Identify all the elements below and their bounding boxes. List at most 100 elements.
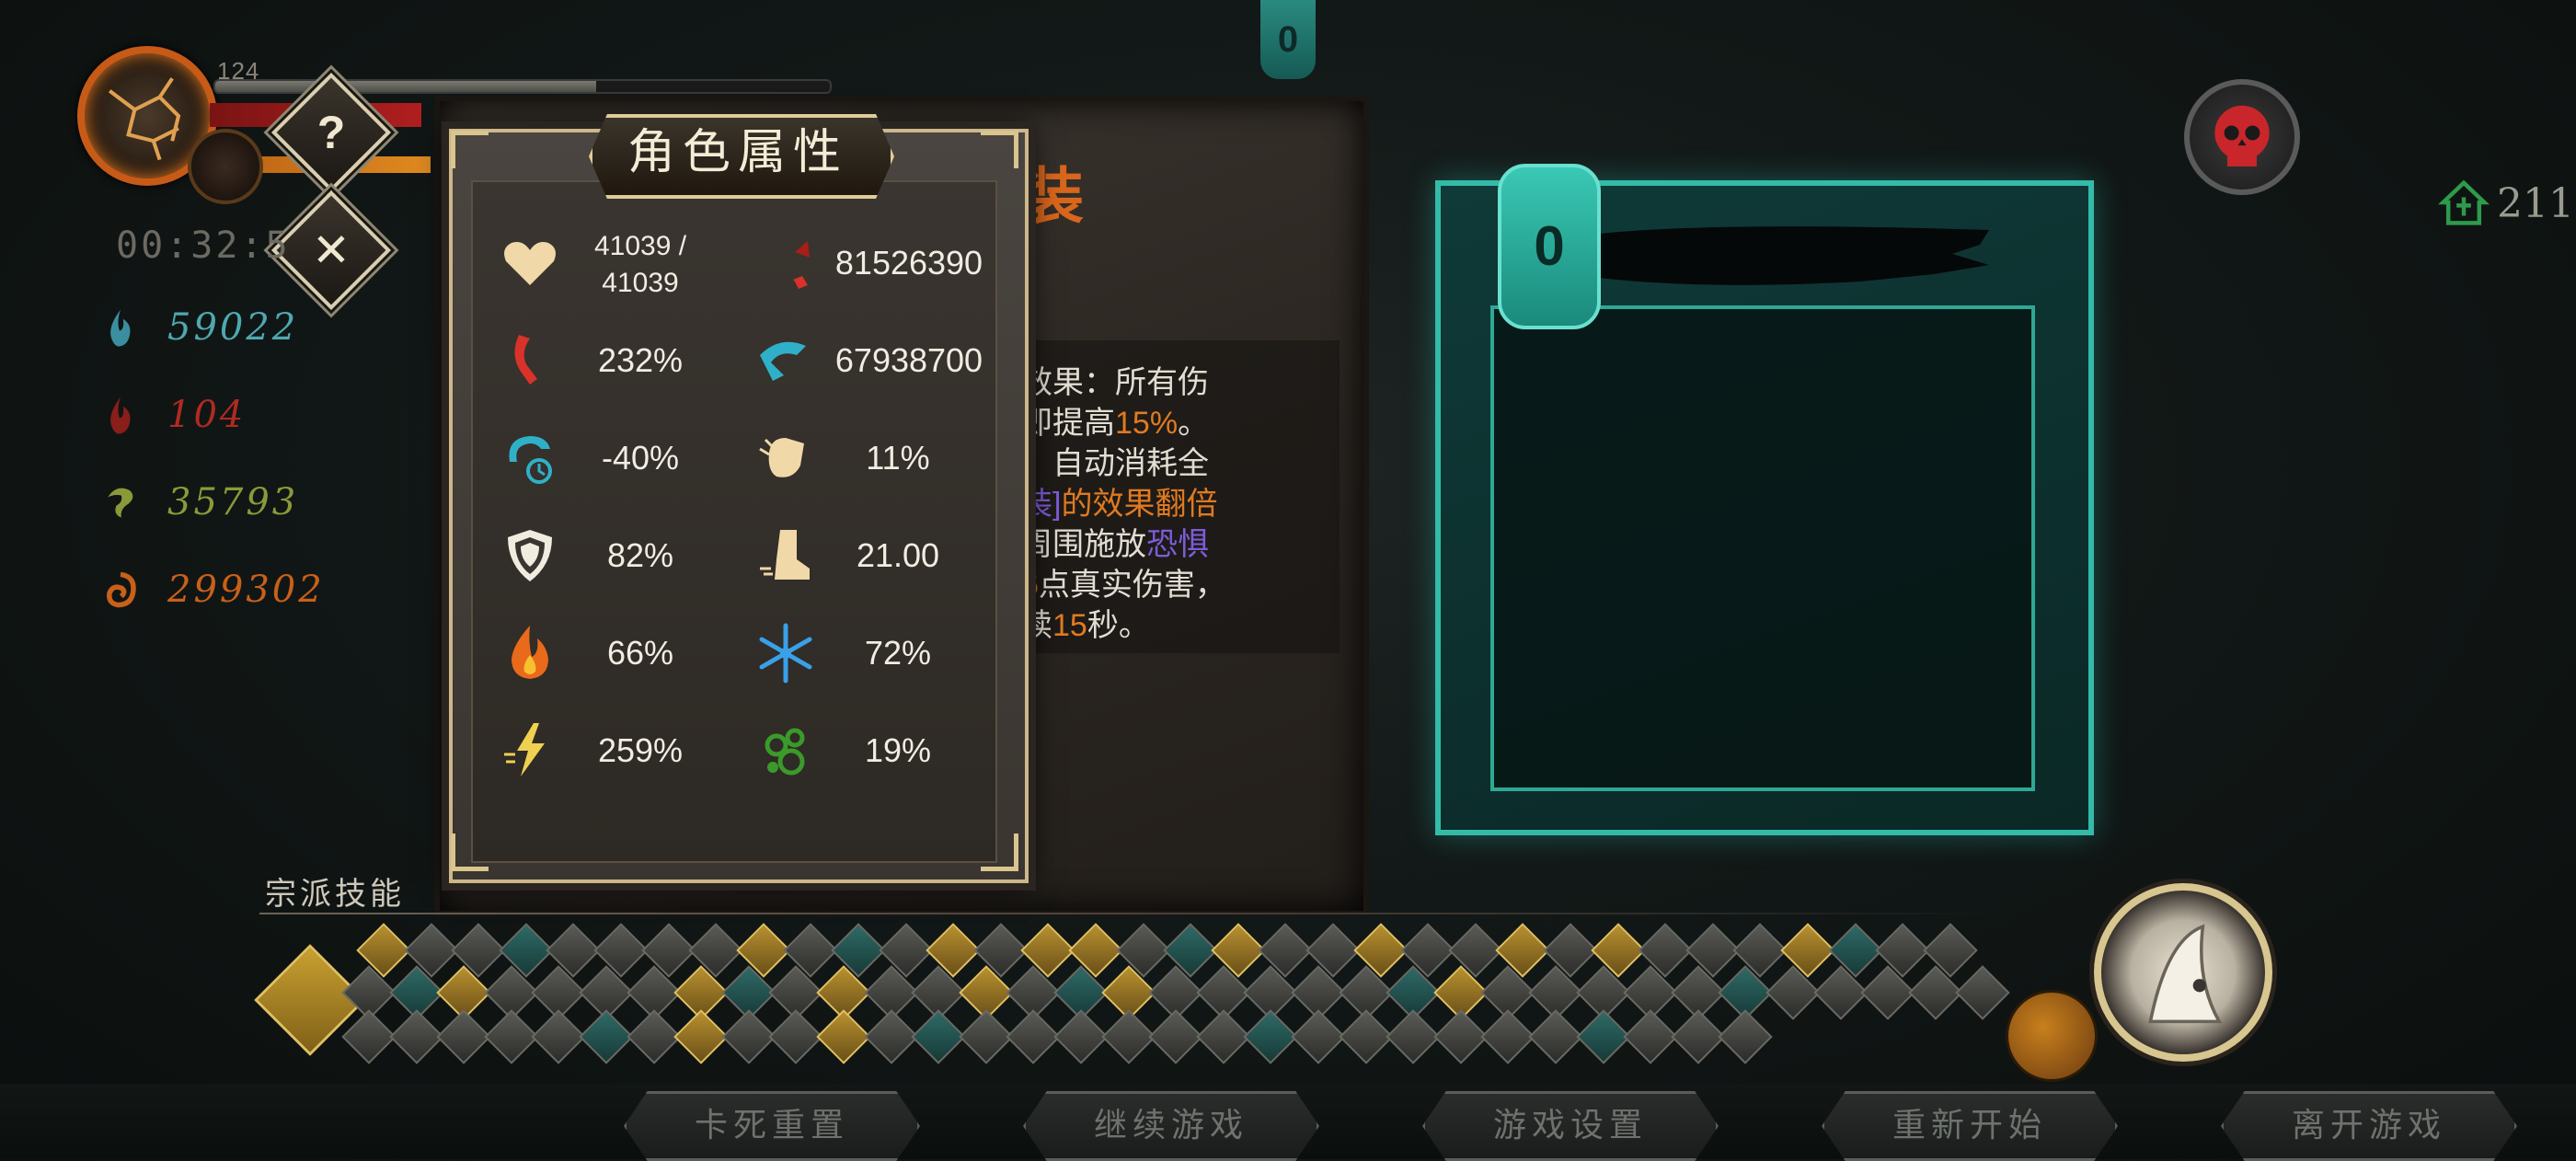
resource-value: 59022 [167,306,299,349]
crit-damage-icon [760,341,806,381]
lightning-icon [504,723,545,776]
attribute-value: 72% [864,634,932,672]
skill-icon[interactable] [579,1009,634,1064]
shield-icon [508,530,552,581]
teal-slot-inner[interactable] [1490,305,2035,791]
skill-icon[interactable] [1718,1009,1774,1064]
attribute-value: -40% [601,439,680,477]
unstuck-reset-button[interactable]: 卡死重置 [624,1091,920,1161]
item-description-line: 续15秒。 [1021,600,1150,645]
description-fragment: 15% [1115,406,1179,441]
resource-value: 104 [167,394,247,436]
attribute-value: 41039 / 41039 [593,231,687,298]
item-description-line: ：自动消耗全 [1021,438,1209,483]
skill-icon[interactable] [1291,1009,1346,1064]
skill-icon[interactable] [1765,965,1821,1020]
top-counter-badge: 0 [1260,0,1316,79]
cracked-orb-icon[interactable] [2006,990,2098,1082]
resource-row: 59022 [99,304,298,359]
green-spirit-icon [108,488,133,518]
item-description-line: 6点真实伤害， [1021,559,1226,604]
skill-icon[interactable] [911,1009,966,1064]
attribute-value: 259% [597,731,684,769]
boss-skull-button[interactable] [2184,79,2300,195]
attribute-value: 21.00 [856,536,940,574]
game-settings-button[interactable]: 游戏设置 [1422,1091,1719,1161]
skill-icon[interactable] [673,1009,729,1064]
description-fragment: 的效果翻倍 [1061,487,1218,522]
fire-icon [512,626,548,679]
xp-bar [213,79,832,94]
teal-slot-counter: 0 [1498,164,1601,329]
attribute-value: 19% [864,731,932,769]
xp-bar-fill [215,81,597,92]
item-title: 装 [1023,162,1084,230]
skill-icon[interactable] [1243,1009,1299,1064]
description-fragment: 。 [1178,406,1210,441]
item-description-line: 装]的效果翻倍 [1021,478,1217,523]
skill-icon[interactable] [768,1009,824,1064]
leave-game-button[interactable]: 离开游戏 [2221,1091,2517,1161]
resource-row: 299302 [99,566,325,621]
skill-icon[interactable] [1623,1009,1678,1064]
continue-game-button[interactable]: 继续游戏 [1023,1091,1319,1161]
run-timer: 00:32:5 [116,224,291,267]
skill-icon[interactable] [1528,1009,1583,1064]
description-fragment: 即提高 [1021,406,1115,441]
attribute-value: 232% [597,341,684,379]
attack-blade-icon [762,241,810,289]
cooldown-icon [509,436,552,484]
attribute-value: 11% [866,439,930,477]
corner-ornament [451,833,489,871]
skill-icon[interactable] [341,1009,397,1064]
ink-brush-stroke [1584,226,1989,285]
attribute-value: 81526390 [834,244,983,282]
restart-button[interactable]: 重新开始 [1822,1091,2118,1161]
red-flame-icon [110,397,131,434]
boot-speed-icon [760,530,810,580]
skill-icon[interactable] [1006,1009,1062,1064]
skill-icon[interactable] [1860,965,1915,1020]
resource-row: 104 [99,391,246,446]
description-fragment: 周围施放 [1021,527,1146,562]
skill-icon[interactable] [1053,1009,1109,1064]
attribute-value: 67938700 [834,341,983,379]
attribute-value: 66% [606,634,674,672]
resource-value: 299302 [167,569,325,611]
skill-icon[interactable] [436,1009,491,1064]
resource-value: 35793 [167,481,299,523]
skill-icon[interactable] [531,1009,587,1064]
skill-icon[interactable] [1386,1009,1441,1064]
heart-icon [504,242,556,285]
blue-flame-icon [110,309,131,347]
description-fragment: 15 [1052,608,1087,643]
ultimate-skill-button[interactable] [2094,883,2272,1062]
description-fragment: 效果：所有伤 [1021,365,1209,400]
house-currency-value: 211 [2497,180,2574,227]
skill-icon[interactable] [1480,1009,1536,1064]
corner-ornament [981,131,1018,168]
crit-claw-icon [514,335,537,385]
dodge-fist-icon [759,438,804,477]
orange-swirl-icon [107,571,136,608]
close-icon: ✕ [312,224,351,276]
attribute-value: 82% [606,536,674,574]
skill-icon[interactable] [1148,1009,1203,1064]
item-description-line: 即提高15%。 [1021,397,1209,443]
description-fragment: 点真实伤害， [1038,568,1226,603]
corner-ornament [451,131,489,168]
attributes-title: 角色属性 [627,125,848,180]
skill-icon[interactable] [816,1009,871,1064]
house-currency-icon [2438,179,2490,225]
red-skull-icon [2214,105,2270,167]
snowflake-icon [759,623,812,684]
companion-avatar[interactable] [188,129,263,204]
resource-row: 35793 [99,478,298,534]
shark-fin-icon [2148,924,2223,1024]
description-fragment: 秒。 [1087,608,1150,643]
question-icon: ? [316,107,346,158]
skill-grid [267,914,2015,1080]
skill-icon[interactable] [1955,965,2011,1020]
sect-skills-label: 宗派技能 [265,877,405,912]
item-description-line: 效果：所有伤 [1021,357,1209,402]
